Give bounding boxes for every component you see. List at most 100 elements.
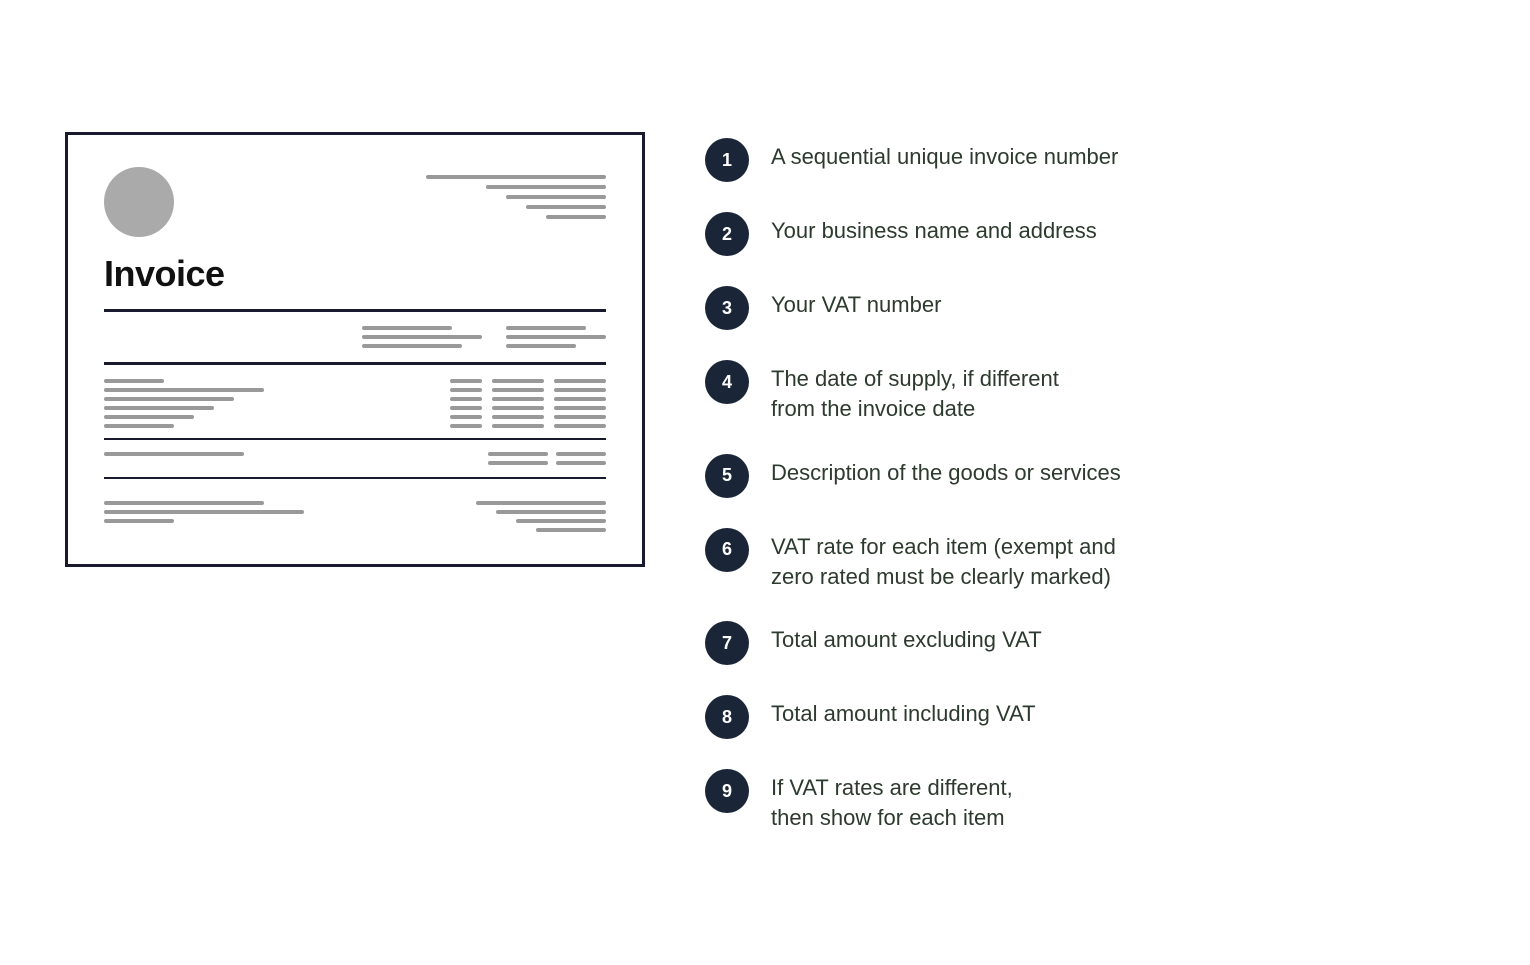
footer-right	[476, 501, 606, 532]
invoice-title: Invoice	[104, 253, 606, 295]
info-text-7: Total amount excluding VAT	[771, 619, 1042, 655]
tr2-4	[492, 406, 544, 410]
info-item-7: 7 Total amount excluding VAT	[705, 619, 1465, 665]
info-text-1: A sequential unique invoice number	[771, 136, 1118, 172]
header-line-5	[546, 215, 606, 219]
tot-r1-2	[556, 452, 606, 456]
tot-r2-1	[488, 461, 548, 465]
table-right-group-1	[450, 379, 482, 428]
table-left-col	[104, 379, 264, 428]
info-text-6: VAT rate for each item (exempt andzero r…	[771, 526, 1116, 591]
tr3-4	[554, 406, 606, 410]
tl-5	[104, 415, 194, 419]
tr1-1	[450, 379, 482, 383]
badge-9: 9	[705, 769, 749, 813]
addr2-line-1	[506, 326, 586, 330]
totals-left	[104, 452, 244, 456]
tr3-1	[554, 379, 606, 383]
invoice-divider-1	[104, 309, 606, 312]
badge-7: 7	[705, 621, 749, 665]
invoice-divider-3	[104, 438, 606, 440]
main-container: Invoice	[65, 92, 1465, 872]
table-right-group-2	[492, 379, 544, 428]
footer-left	[104, 501, 304, 523]
fr-4	[536, 528, 606, 532]
badge-1: 1	[705, 138, 749, 182]
addr-line-2	[362, 335, 482, 339]
tot-r2-2	[556, 461, 606, 465]
tr3-5	[554, 415, 606, 419]
info-text-9: If VAT rates are different,then show for…	[771, 767, 1013, 832]
tr1-6	[450, 424, 482, 428]
info-item-1: 1 A sequential unique invoice number	[705, 136, 1465, 182]
header-line-2	[486, 185, 606, 189]
addr2-line-3	[506, 344, 576, 348]
tr2-5	[492, 415, 544, 419]
address-col-1	[362, 326, 482, 348]
fr-2	[496, 510, 606, 514]
badge-8: 8	[705, 695, 749, 739]
tr1-3	[450, 397, 482, 401]
tr2-3	[492, 397, 544, 401]
tr2-6	[492, 424, 544, 428]
info-text-2: Your business name and address	[771, 210, 1097, 246]
table-right-group-3	[554, 379, 606, 428]
tr2-1	[492, 379, 544, 383]
info-item-8: 8 Total amount including VAT	[705, 693, 1465, 739]
tot-r1-1	[488, 452, 548, 456]
tl-2	[104, 388, 264, 392]
totals-right	[488, 452, 606, 465]
invoice-divider-4	[104, 477, 606, 479]
addr-line-3	[362, 344, 462, 348]
info-item-9: 9 If VAT rates are different,then show f…	[705, 767, 1465, 832]
tr3-6	[554, 424, 606, 428]
invoice-address-row	[104, 326, 606, 348]
tr3-2	[554, 388, 606, 392]
info-item-2: 2 Your business name and address	[705, 210, 1465, 256]
invoice-footer-section	[104, 501, 606, 532]
info-item-4: 4 The date of supply, if differentfrom t…	[705, 358, 1465, 423]
invoice-logo	[104, 167, 174, 237]
badge-2: 2	[705, 212, 749, 256]
fl-3	[104, 519, 174, 523]
info-item-5: 5 Description of the goods or services	[705, 452, 1465, 498]
info-text-4: The date of supply, if differentfrom the…	[771, 358, 1059, 423]
tl-4	[104, 406, 214, 410]
header-line-3	[506, 195, 606, 199]
info-text-3: Your VAT number	[771, 284, 941, 320]
header-line-1	[426, 175, 606, 179]
info-text-8: Total amount including VAT	[771, 693, 1036, 729]
info-text-5: Description of the goods or services	[771, 452, 1121, 488]
info-item-6: 6 VAT rate for each item (exempt andzero…	[705, 526, 1465, 591]
tr2-2	[492, 388, 544, 392]
fl-1	[104, 501, 264, 505]
badge-4: 4	[705, 360, 749, 404]
tot-left-1	[104, 452, 244, 456]
badge-5: 5	[705, 454, 749, 498]
tl-6	[104, 424, 174, 428]
invoice-header	[104, 167, 606, 237]
info-list: 1 A sequential unique invoice number 2 Y…	[705, 132, 1465, 832]
addr2-line-2	[506, 335, 606, 339]
tl-1	[104, 379, 164, 383]
table-row-mock	[104, 379, 606, 428]
invoice-totals-section	[104, 452, 606, 465]
fl-2	[104, 510, 304, 514]
tr3-3	[554, 397, 606, 401]
invoice-table-section	[104, 379, 606, 428]
fr-3	[516, 519, 606, 523]
invoice-header-lines	[426, 167, 606, 219]
addr-line-1	[362, 326, 452, 330]
tl-3	[104, 397, 234, 401]
tr1-4	[450, 406, 482, 410]
address-col-2	[506, 326, 606, 348]
header-line-4	[526, 205, 606, 209]
badge-6: 6	[705, 528, 749, 572]
table-right-col	[450, 379, 606, 428]
info-item-3: 3 Your VAT number	[705, 284, 1465, 330]
badge-3: 3	[705, 286, 749, 330]
tr1-5	[450, 415, 482, 419]
invoice-divider-2	[104, 362, 606, 365]
tr1-2	[450, 388, 482, 392]
fr-1	[476, 501, 606, 505]
